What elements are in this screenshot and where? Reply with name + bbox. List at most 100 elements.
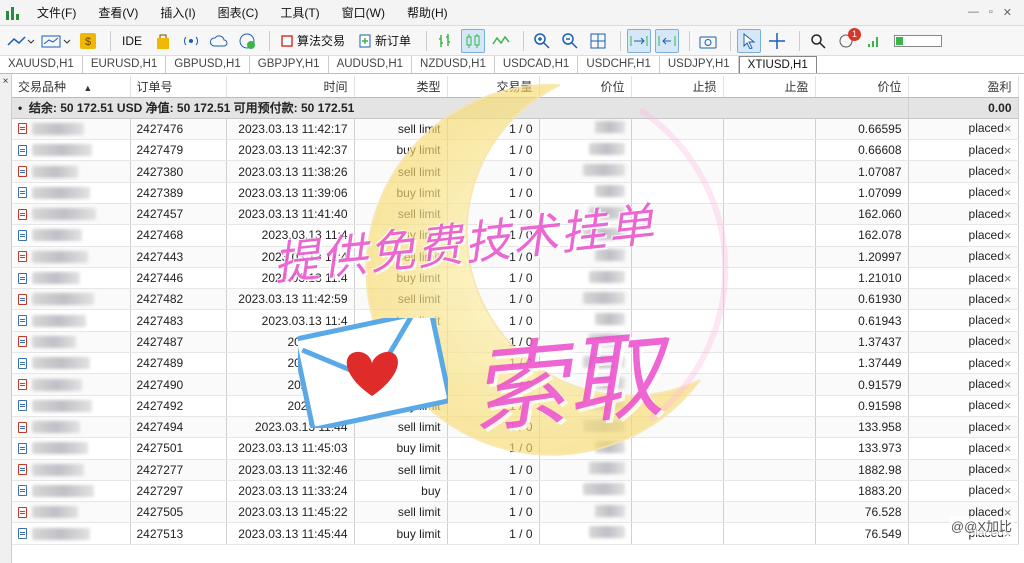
toolbox-close-icon[interactable]: ×: [0, 76, 11, 87]
col-ticket[interactable]: 订单号: [130, 76, 227, 98]
close-order-icon[interactable]: ×: [1004, 377, 1012, 392]
close-order-icon[interactable]: ×: [1004, 164, 1012, 179]
col-symbol[interactable]: 交易品种 ▲: [12, 76, 131, 98]
order-row[interactable]: 2427468 2023.03.13 11:4 buy limit 1 / 0 162.…: [12, 224, 1019, 247]
close-order-icon[interactable]: ×: [1004, 420, 1012, 435]
col-type[interactable]: 类型: [354, 76, 448, 98]
chart-tab[interactable]: GBPJPY,H1: [250, 56, 329, 73]
chart-tab[interactable]: USDCAD,H1: [495, 56, 579, 73]
close-order-icon[interactable]: ×: [1004, 185, 1012, 200]
search-icon[interactable]: [806, 29, 830, 53]
order-row[interactable]: 2427479 2023.03.13 11:42:37 buy limit 1 / 0…: [12, 139, 1019, 162]
order-row[interactable]: 2427443 2023.03.13 11:4 sell limit 1 / 0 1.2…: [12, 246, 1019, 268]
menu-file[interactable]: 文件(F): [26, 0, 87, 26]
symbol-cell: [12, 352, 131, 375]
close-order-icon[interactable]: ×: [1004, 398, 1012, 413]
order-row[interactable]: 2427476 2023.03.13 11:42:17 sell limit 1 / …: [12, 118, 1019, 141]
close-order-icon[interactable]: ×: [1004, 207, 1012, 222]
order-row[interactable]: 2427389 2023.03.13 11:39:06 buy limit 1 / 0…: [12, 182, 1019, 204]
chart-tab[interactable]: EURUSD,H1: [83, 56, 167, 73]
chart-tab[interactable]: XTIUSD,H1: [738, 56, 817, 73]
order-row[interactable]: 2427482 2023.03.13 11:42:59 sell limit 1 / …: [12, 288, 1019, 311]
zoom-in-icon[interactable]: [530, 29, 554, 53]
close-order-icon[interactable]: ×: [1004, 462, 1012, 477]
col-stop-loss[interactable]: 止损: [631, 76, 724, 98]
line-chart-icon[interactable]: [6, 29, 36, 53]
close-order-icon[interactable]: ×: [1004, 121, 1012, 136]
chart-shift-icon[interactable]: [655, 28, 680, 53]
status-cell: placed ×: [908, 480, 1019, 503]
chart-tab[interactable]: USDCHF,H1: [578, 56, 660, 73]
market-bag-icon[interactable]: [151, 29, 175, 53]
col-volume[interactable]: 交易量: [447, 76, 540, 98]
menu-charts[interactable]: 图表(C): [207, 0, 270, 26]
dollar-icon[interactable]: $: [76, 29, 100, 53]
chart-tab[interactable]: NZDUSD,H1: [412, 56, 495, 73]
candlestick-icon[interactable]: [461, 28, 486, 53]
bar-chart-icon[interactable]: [433, 29, 457, 53]
signals-icon[interactable]: [179, 29, 203, 53]
order-row[interactable]: 2427494 2023.03.13 11:44 sell limit 1 / 0 13…: [12, 416, 1019, 439]
zoom-out-icon[interactable]: [558, 29, 582, 53]
menu-help[interactable]: 帮助(H): [396, 0, 459, 26]
menu-tools[interactable]: 工具(T): [269, 0, 330, 26]
algo-trading-button[interactable]: 算法交易: [276, 29, 350, 53]
col-profit[interactable]: 盈利: [908, 76, 1019, 98]
order-row[interactable]: 2427513 2023.03.13 11:45:44 buy limit 1 / 0…: [12, 522, 1019, 545]
col-price-open[interactable]: 价位: [539, 76, 632, 98]
close-order-icon[interactable]: ×: [1004, 356, 1012, 371]
close-order-icon[interactable]: ×: [1004, 271, 1012, 286]
order-row[interactable]: 2427501 2023.03.13 11:45:03 buy limit 1 / 0…: [12, 437, 1019, 460]
screenshot-icon[interactable]: [696, 29, 720, 53]
restore-button[interactable]: ▫: [989, 6, 993, 19]
close-order-icon[interactable]: ×: [1004, 483, 1012, 498]
ticket-cell: 2427505: [130, 501, 227, 524]
close-order-icon[interactable]: ×: [1004, 505, 1012, 520]
line-icon[interactable]: [489, 29, 513, 53]
tile-windows-icon[interactable]: [586, 29, 610, 53]
close-order-icon[interactable]: ×: [1004, 292, 1012, 307]
new-order-button[interactable]: 新订单: [354, 29, 416, 53]
chart-tab[interactable]: XAUUSD,H1: [0, 56, 83, 73]
col-take-profit[interactable]: 止盈: [723, 76, 816, 98]
ide-button[interactable]: IDE: [117, 29, 147, 53]
cursor-icon[interactable]: [737, 28, 762, 53]
col-price-current[interactable]: 价位: [815, 76, 909, 98]
minimize-button[interactable]: —: [968, 6, 979, 19]
order-row[interactable]: 2427446 2023.03.13 11:4 buy limit 1 / 0 1.21…: [12, 267, 1019, 290]
order-row[interactable]: 2427490 2023.03.13 sell limit 1 / 0 0.91579 p…: [12, 373, 1019, 396]
close-order-icon[interactable]: ×: [1004, 228, 1012, 243]
menu-view[interactable]: 查看(V): [87, 0, 149, 26]
close-order-icon[interactable]: ×: [1004, 334, 1012, 349]
menu-window[interactable]: 窗口(W): [331, 0, 396, 26]
order-row[interactable]: 2427380 2023.03.13 11:38:26 sell limit 1 / …: [12, 160, 1019, 183]
chart-tab[interactable]: USDJPY,H1: [660, 56, 739, 73]
order-row[interactable]: 2427505 2023.03.13 11:45:22 sell limit 1 / …: [12, 501, 1019, 524]
vps-icon[interactable]: [235, 29, 259, 53]
close-order-icon[interactable]: ×: [1004, 143, 1012, 158]
order-row[interactable]: 2427492 2023.03.13 buy limit 1 / 0 0.91598 pl…: [12, 395, 1019, 417]
notifications-icon[interactable]: 1: [834, 27, 862, 53]
order-row[interactable]: 2427297 2023.03.13 11:33:24 buy 1 / 0 1883.2…: [12, 480, 1019, 503]
col-time[interactable]: 时间: [226, 76, 355, 98]
order-row[interactable]: 2427277 2023.03.13 11:32:46 sell limit 1 / …: [12, 459, 1019, 481]
close-window-button[interactable]: ✕: [1003, 6, 1012, 19]
close-order-icon[interactable]: ×: [1004, 441, 1012, 456]
order-row[interactable]: 2427483 2023.03.13 11:4 buy limit 1 / 0 0.61…: [12, 309, 1019, 332]
redacted-price: [588, 206, 625, 219]
close-order-icon[interactable]: ×: [1004, 526, 1012, 541]
cloud-icon[interactable]: [207, 29, 231, 53]
close-order-icon[interactable]: ×: [1004, 313, 1012, 328]
order-row[interactable]: 2427487 2023.03.13 sell limit 1 / 0 1.37437 p…: [12, 331, 1019, 354]
chart-tab[interactable]: AUDUSD,H1: [329, 56, 413, 73]
menu-insert[interactable]: 插入(I): [149, 0, 206, 26]
chart-tab[interactable]: GBPUSD,H1: [166, 56, 250, 73]
auto-scroll-icon[interactable]: [627, 28, 652, 53]
type-cell: buy: [354, 480, 448, 503]
order-doc-icon: [18, 506, 27, 518]
chart-type-icon[interactable]: [40, 29, 72, 53]
close-order-icon[interactable]: ×: [1004, 249, 1012, 264]
order-row[interactable]: 2427489 2023.03.13 buy limit 1 / 0 1.37449 pl…: [12, 352, 1019, 375]
order-row[interactable]: 2427457 2023.03.13 11:41:40 sell limit 1 / …: [12, 203, 1019, 226]
crosshair-icon[interactable]: [765, 29, 789, 53]
